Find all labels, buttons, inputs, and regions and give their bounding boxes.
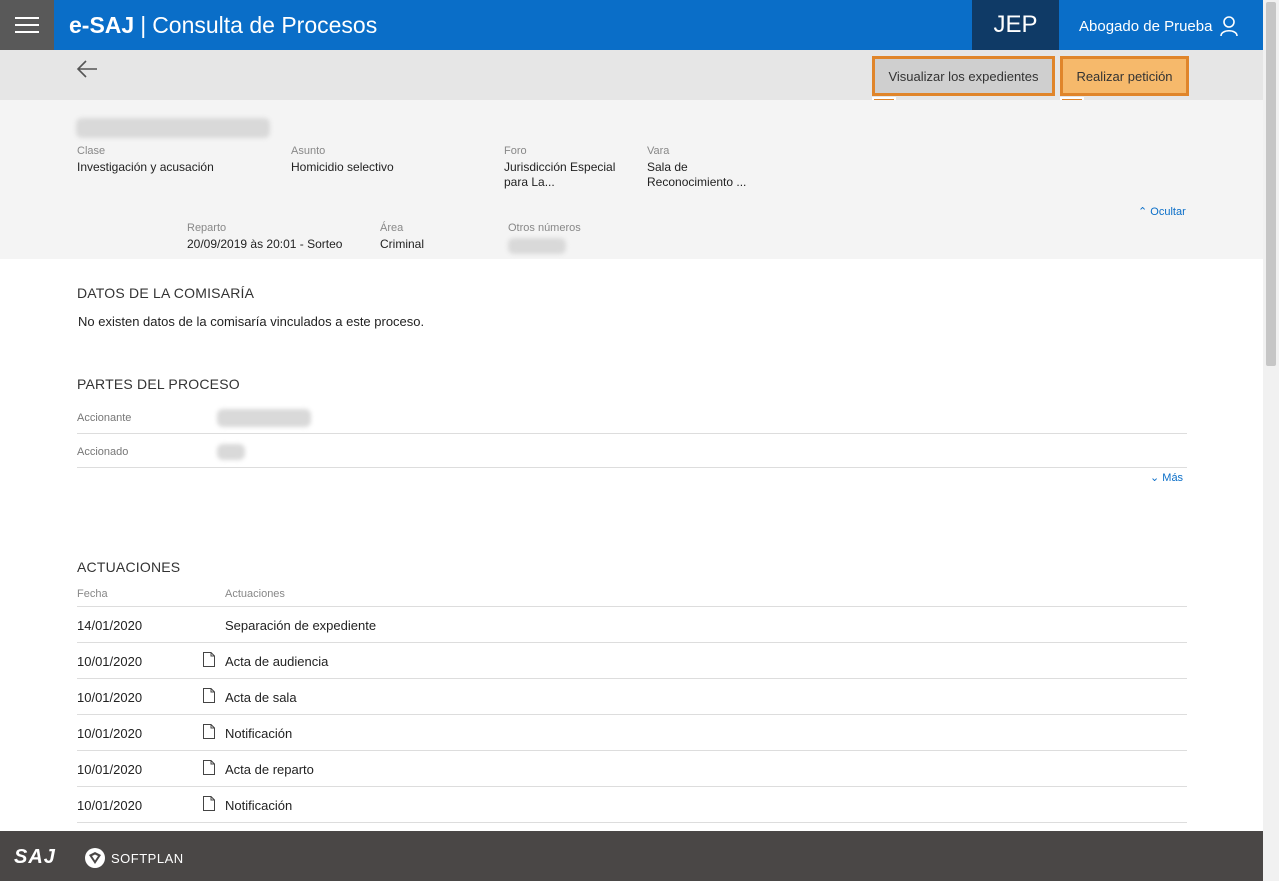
table-row: 14/01/2020 Separación de expediente: [77, 607, 1187, 643]
table-row[interactable]: 10/01/2020 Notificación: [77, 787, 1187, 823]
parties-section-title: PARTES DEL PROCESO: [77, 376, 240, 392]
table-row[interactable]: 10/01/2020 Acta de audiencia: [77, 643, 1187, 679]
app-title: e-SAJ | Consulta de Procesos: [69, 12, 378, 38]
field-clase: Clase Investigación y acusación: [77, 145, 214, 174]
table-row[interactable]: 10/01/2020 Acta de reparto: [77, 751, 1187, 787]
actuaciones-table-header: Fecha Actuaciones: [77, 587, 1187, 607]
table-row[interactable]: 10/01/2020 Notificación: [77, 715, 1187, 751]
scrollbar-thumb[interactable]: [1266, 2, 1276, 366]
field-foro: Foro Jurisdicción Especial para La...: [504, 145, 616, 189]
user-menu[interactable]: Abogado de Prueba: [1079, 16, 1239, 36]
col-actuaciones: Actuaciones: [225, 588, 285, 600]
view-files-button[interactable]: Visualizar los expedientes: [872, 56, 1055, 96]
field-asunto: Asunto Homicidio selectivo: [291, 145, 394, 174]
footer: SAJ SOFTPLAN: [0, 831, 1263, 881]
accionado-redacted: [217, 444, 245, 460]
top-bar: e-SAJ | Consulta de Procesos JEP Abogado d…: [0, 0, 1263, 50]
document-icon[interactable]: [203, 688, 215, 703]
softplan-shield-icon: [85, 848, 105, 868]
field-otros-numeros: Otros números: [508, 222, 581, 234]
user-icon: [1220, 16, 1239, 36]
user-name: Abogado de Prueba: [1079, 17, 1213, 35]
document-icon[interactable]: [203, 724, 215, 739]
party-row-accionante: Accionante: [77, 400, 1187, 434]
softplan-logo: SOFTPLAN: [84, 847, 184, 869]
document-icon[interactable]: [203, 760, 215, 775]
party-row-accionado: Accionado: [77, 434, 1187, 468]
saj-logo: SAJ: [14, 846, 56, 868]
org-label: JEP: [972, 0, 1059, 50]
accionante-redacted: [217, 409, 311, 427]
otros-numeros-redacted: [508, 238, 566, 254]
police-section-title: DATOS DE LA COMISARÍA: [77, 285, 255, 301]
request-button[interactable]: Realizar petición: [1060, 56, 1189, 96]
field-reparto: Reparto 20/09/2019 às 20:01 - Sorteo: [187, 222, 343, 251]
police-section-text: No existen datos de la comisaría vincula…: [78, 314, 425, 329]
page-title: Consulta de Procesos: [152, 12, 378, 38]
brand-name: e-SAJ: [69, 12, 135, 38]
field-area: Área Criminal: [380, 222, 425, 251]
hamburger-menu-icon[interactable]: [0, 0, 54, 50]
document-icon[interactable]: [203, 652, 215, 667]
process-number-redacted: [76, 118, 270, 138]
col-fecha: Fecha: [77, 588, 108, 600]
more-parties-link[interactable]: ⌄ Más: [1150, 471, 1183, 484]
scrollbar[interactable]: [1263, 0, 1279, 881]
hide-details-link[interactable]: ⌃ Ocultar: [1138, 205, 1186, 218]
table-row[interactable]: 10/01/2020 Acta de sala: [77, 679, 1187, 715]
document-icon[interactable]: [203, 796, 215, 811]
back-arrow-icon[interactable]: [76, 58, 98, 80]
actuaciones-section-title: ACTUACIONES: [77, 559, 181, 575]
field-vara: Vara Sala de Reconocimiento ...: [647, 145, 747, 189]
